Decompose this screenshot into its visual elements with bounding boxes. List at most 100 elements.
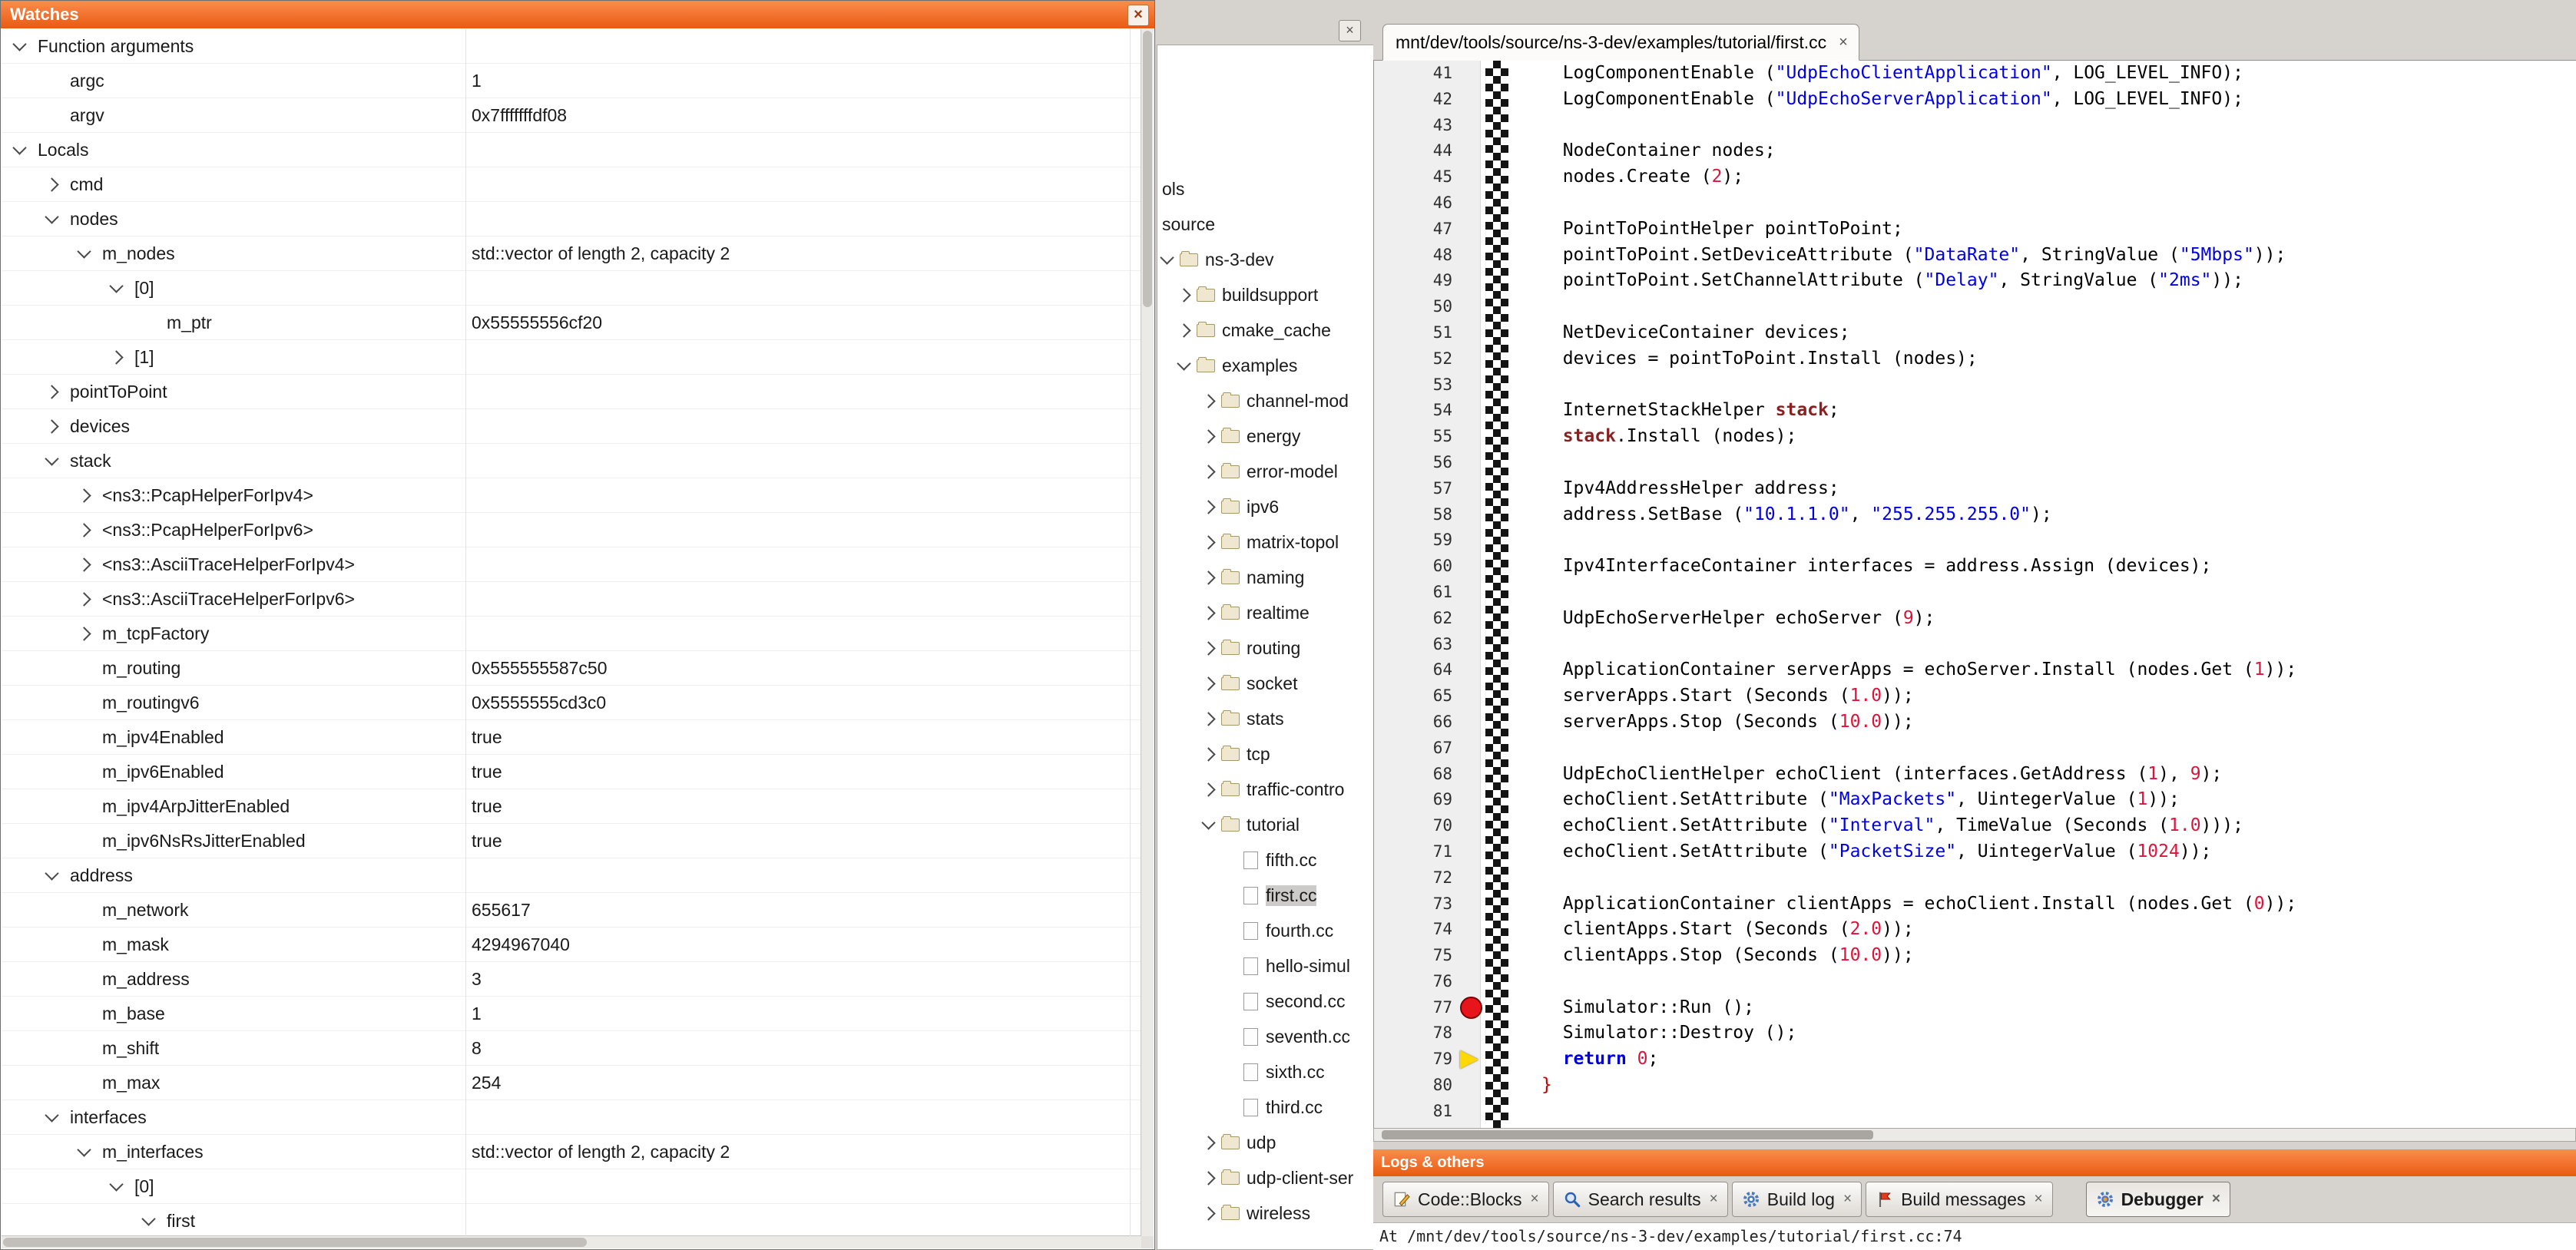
code-line[interactable]: 60 Ipv4InterfaceContainer interfaces = a… bbox=[1374, 554, 2576, 580]
code-line[interactable]: 44 NodeContainer nodes; bbox=[1374, 138, 2576, 164]
tree-item-channel-mod[interactable]: channel-mod bbox=[1157, 383, 1373, 418]
watch-row[interactable]: cmd bbox=[2, 167, 1141, 202]
watch-row[interactable]: m_ipv4ArpJitterEnabledtrue bbox=[2, 789, 1141, 824]
chevron-right-icon[interactable] bbox=[77, 488, 91, 502]
watch-row[interactable]: <ns3::PcapHelperForIpv4> bbox=[2, 478, 1141, 513]
chevron-right-icon[interactable] bbox=[1201, 465, 1215, 478]
chevron-right-icon[interactable] bbox=[1201, 535, 1215, 549]
tab-code-blocks[interactable]: Code::Blocks× bbox=[1382, 1182, 1549, 1217]
code-line[interactable]: 53 bbox=[1374, 372, 2576, 398]
logs-titlebar[interactable]: Logs & others bbox=[1373, 1149, 2576, 1176]
tree-item-fifth-cc[interactable]: fifth.cc bbox=[1157, 842, 1373, 878]
chevron-down-icon[interactable] bbox=[109, 279, 123, 293]
code-line[interactable]: 47 PointToPointHelper pointToPoint; bbox=[1374, 217, 2576, 243]
code-line[interactable]: 73 ApplicationContainer clientApps = ech… bbox=[1374, 891, 2576, 918]
code-line[interactable]: 72 bbox=[1374, 865, 2576, 891]
chevron-right-icon[interactable] bbox=[1201, 782, 1215, 796]
watch-row[interactable]: m_routingv60x5555555cd3c0 bbox=[2, 686, 1141, 720]
code-line[interactable]: 69 echoClient.SetAttribute ("MaxPackets"… bbox=[1374, 787, 2576, 813]
watch-row[interactable]: m_mask4294967040 bbox=[2, 928, 1141, 962]
scrollbar-thumb[interactable] bbox=[1382, 1130, 1873, 1139]
watch-row[interactable]: <ns3::PcapHelperForIpv6> bbox=[2, 513, 1141, 547]
chevron-right-icon[interactable] bbox=[1177, 288, 1190, 302]
code-line[interactable]: 58 address.SetBase ("10.1.1.0", "255.255… bbox=[1374, 502, 2576, 528]
tree-item-tutorial[interactable]: tutorial bbox=[1157, 807, 1373, 842]
close-icon[interactable]: × bbox=[1127, 5, 1149, 26]
code-line[interactable]: 61 bbox=[1374, 580, 2576, 606]
watch-row[interactable]: interfaces bbox=[2, 1100, 1141, 1135]
tree-item-error-model[interactable]: error-model bbox=[1157, 454, 1373, 489]
code-line[interactable]: 78 Simulator::Destroy (); bbox=[1374, 1020, 2576, 1047]
code-line[interactable]: 54 InternetStackHelper stack; bbox=[1374, 398, 2576, 424]
watch-row[interactable]: Function arguments bbox=[2, 29, 1141, 64]
chevron-right-icon[interactable] bbox=[77, 592, 91, 606]
tree-item-ipv6[interactable]: ipv6 bbox=[1157, 489, 1373, 524]
code-line[interactable]: 70 echoClient.SetAttribute ("Interval", … bbox=[1374, 813, 2576, 839]
code-line[interactable]: 41 LogComponentEnable ("UdpEchoClientApp… bbox=[1374, 61, 2576, 87]
code-line[interactable]: 76 bbox=[1374, 969, 2576, 995]
watch-row[interactable]: <ns3::AsciiTraceHelperForIpv6> bbox=[2, 582, 1141, 617]
chevron-right-icon[interactable] bbox=[1201, 747, 1215, 761]
code-line[interactable]: 56 bbox=[1374, 450, 2576, 476]
code-line[interactable]: 68 UdpEchoClientHelper echoClient (inter… bbox=[1374, 762, 2576, 788]
watches-horizontal-scrollbar[interactable] bbox=[2, 1235, 1141, 1248]
tree-item-cmake-cache[interactable]: cmake_cache bbox=[1157, 312, 1373, 348]
watch-row[interactable]: m_max254 bbox=[2, 1066, 1141, 1100]
tree-item-wireless[interactable]: wireless bbox=[1157, 1195, 1373, 1231]
code-line[interactable]: 43 bbox=[1374, 113, 2576, 139]
tree-item-seventh-cc[interactable]: seventh.cc bbox=[1157, 1019, 1373, 1054]
tree-item-realtime[interactable]: realtime bbox=[1157, 595, 1373, 630]
tree-item-traffic-contro[interactable]: traffic-contro bbox=[1157, 772, 1373, 807]
chevron-right-icon[interactable] bbox=[77, 557, 91, 571]
watch-row[interactable]: m_ipv4Enabledtrue bbox=[2, 720, 1141, 755]
watches-titlebar[interactable]: Watches × bbox=[1, 1, 1154, 28]
code-line[interactable]: 46 bbox=[1374, 190, 2576, 217]
tree-item-second-cc[interactable]: second.cc bbox=[1157, 984, 1373, 1019]
code-line[interactable]: 65 serverApps.Start (Seconds (1.0)); bbox=[1374, 683, 2576, 709]
tree-item-buildsupport[interactable]: buildsupport bbox=[1157, 277, 1373, 312]
close-tab-icon[interactable]: × bbox=[1843, 1191, 1852, 1208]
tab-search-results[interactable]: Search results× bbox=[1553, 1182, 1728, 1217]
code-line[interactable]: 45 nodes.Create (2); bbox=[1374, 164, 2576, 190]
tree-item-ols[interactable]: ols bbox=[1157, 171, 1373, 207]
tree-item-udp[interactable]: udp bbox=[1157, 1125, 1373, 1160]
chevron-right-icon[interactable] bbox=[45, 385, 58, 398]
chevron-right-icon[interactable] bbox=[1201, 429, 1215, 443]
chevron-down-icon[interactable] bbox=[77, 244, 91, 258]
resize-grip[interactable] bbox=[1141, 1236, 1154, 1248]
tree-item-sixth-cc[interactable]: sixth.cc bbox=[1157, 1054, 1373, 1090]
watch-row[interactable]: stack bbox=[2, 444, 1141, 478]
tab-debugger[interactable]: Debugger× bbox=[2086, 1182, 2230, 1217]
chevron-right-icon[interactable] bbox=[1201, 676, 1215, 690]
watch-row[interactable]: m_address3 bbox=[2, 962, 1141, 997]
chevron-right-icon[interactable] bbox=[77, 523, 91, 537]
chevron-down-icon[interactable] bbox=[12, 141, 26, 154]
chevron-down-icon[interactable] bbox=[109, 1177, 123, 1191]
close-tab-icon[interactable]: × bbox=[1531, 1191, 1539, 1208]
code-line[interactable]: 49 pointToPoint.SetChannelAttribute ("De… bbox=[1374, 268, 2576, 294]
tree-item-stats[interactable]: stats bbox=[1157, 701, 1373, 736]
tree-item-udp-client-ser[interactable]: udp-client-ser bbox=[1157, 1160, 1373, 1195]
watch-row[interactable]: [0] bbox=[2, 1169, 1141, 1204]
scrollbar-thumb[interactable] bbox=[1143, 31, 1152, 307]
code-line[interactable]: 52 devices = pointToPoint.Install (nodes… bbox=[1374, 346, 2576, 372]
chevron-down-icon[interactable] bbox=[45, 210, 58, 223]
tree-item-first-cc[interactable]: first.cc bbox=[1157, 878, 1373, 913]
chevron-right-icon[interactable] bbox=[1201, 1206, 1215, 1220]
code-line[interactable]: 75 clientApps.Stop (Seconds (10.0)); bbox=[1374, 943, 2576, 969]
code-line[interactable]: 48 pointToPoint.SetDeviceAttribute ("Dat… bbox=[1374, 243, 2576, 269]
tree-item-ns-3-dev[interactable]: ns-3-dev bbox=[1157, 242, 1373, 277]
code-line[interactable]: 80} bbox=[1374, 1073, 2576, 1099]
chevron-right-icon[interactable] bbox=[1201, 570, 1215, 584]
tree-item-source[interactable]: source bbox=[1157, 207, 1373, 242]
tree-item-matrix-topol[interactable]: matrix-topol bbox=[1157, 524, 1373, 560]
watch-row[interactable]: first bbox=[2, 1204, 1141, 1236]
code-line[interactable]: 67 bbox=[1374, 736, 2576, 762]
code-line[interactable]: 57 Ipv4AddressHelper address; bbox=[1374, 476, 2576, 502]
watch-row[interactable]: <ns3::AsciiTraceHelperForIpv4> bbox=[2, 547, 1141, 582]
watch-row[interactable]: [1] bbox=[2, 340, 1141, 375]
watch-row[interactable]: address bbox=[2, 858, 1141, 893]
close-tab-icon[interactable]: × bbox=[2212, 1191, 2220, 1208]
tree-item-routing[interactable]: routing bbox=[1157, 630, 1373, 666]
code-line[interactable]: 66 serverApps.Stop (Seconds (10.0)); bbox=[1374, 709, 2576, 736]
